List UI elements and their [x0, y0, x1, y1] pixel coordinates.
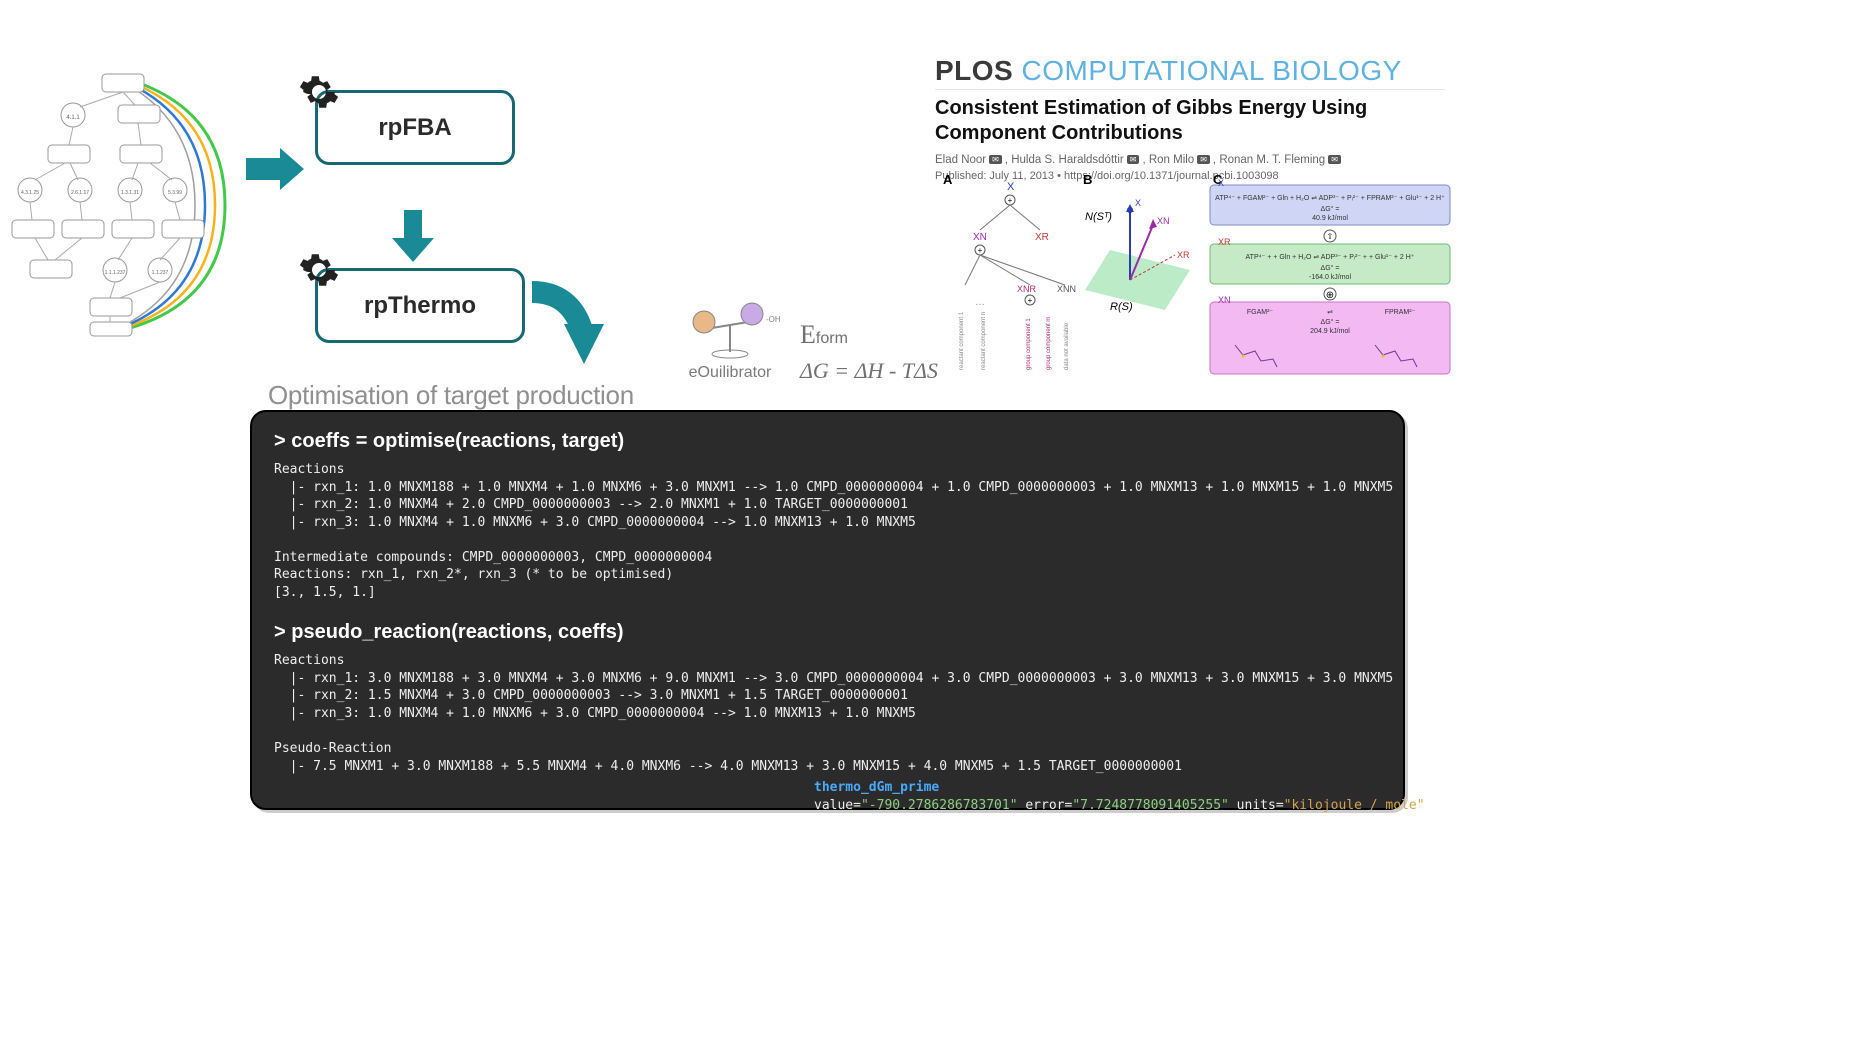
svg-text:N(Sᵀ): N(Sᵀ)	[1085, 211, 1112, 223]
rpthermo-node: rpThermo	[315, 268, 525, 343]
terminal: > coeffs = optimise(reactions, target) R…	[250, 410, 1405, 810]
svg-text:ΔG° =: ΔG° =	[1321, 318, 1340, 326]
svg-text:-164.0 kJ/mol: -164.0 kJ/mol	[1309, 274, 1351, 281]
svg-text:40.9 kJ/mol: 40.9 kJ/mol	[1312, 215, 1348, 222]
svg-text:FGAM²⁻: FGAM²⁻	[1247, 309, 1274, 316]
paper-title: Consistent Estimation of Gibbs Energy Us…	[935, 96, 1455, 146]
gear-icon	[298, 71, 340, 113]
svg-text:XN: XN	[1157, 216, 1170, 226]
svg-text:reactant component 1: reactant component 1	[959, 311, 965, 370]
svg-text:-OH: -OH	[766, 315, 780, 324]
svg-text:data not available: data not available	[1064, 322, 1070, 370]
svg-text:ΔG° =: ΔG° =	[1321, 264, 1340, 272]
terminal-output-1: Reactions |- rxn_1: 1.0 MNXM188 + 1.0 MN…	[274, 461, 1381, 601]
rpfba-label: rpFBA	[378, 114, 451, 142]
svg-text:XN: XN	[1218, 295, 1231, 305]
thermo-formulae: Eform ΔG = ΔH - TΔS	[800, 320, 938, 384]
rpfba-node: rpFBA	[315, 90, 515, 165]
terminal-prompt-2: > pseudo_reaction(reactions, coeffs)	[274, 619, 1381, 646]
plos-figure: A B C X + XN XR + XNR XNN reactant compo…	[935, 170, 1455, 380]
gibbs-equation: ΔG = ΔH - TΔS	[800, 358, 938, 384]
svg-text:XR: XR	[1035, 232, 1049, 243]
thermo-result: thermo_dGm_prime value="-790.27862867837…	[814, 779, 1381, 814]
svg-text:ATP⁴⁻ + FGAM²⁻ + Gln + H₂O ⇌ A: ATP⁴⁻ + FGAM²⁻ + Gln + H₂O ⇌ ADP³⁻ + Pᵢ²…	[1215, 195, 1445, 202]
svg-text:X: X	[1007, 181, 1015, 193]
journal-plos: PLOS	[935, 55, 1022, 86]
svg-text:ATP⁴⁻ + + Gln + H₂O ⇌ A: ATP⁴⁻ + + Gln + H₂O ⇌ ADP³⁻ + Pᵢ²⁻ + + G…	[1246, 254, 1415, 261]
svg-text:⇧: ⇧	[1327, 232, 1334, 241]
svg-text:B: B	[1083, 172, 1092, 187]
svg-text:1.1.237: 1.1.237	[152, 270, 169, 276]
svg-text:A: A	[943, 172, 953, 187]
terminal-output-2: Reactions |- rxn_1: 3.0 MNXM188 + 3.0 MN…	[274, 652, 1381, 775]
svg-text:XNN: XNN	[1057, 284, 1076, 294]
equilibrator-logo: -OH eOuilibrator	[670, 300, 790, 382]
svg-text:4.3.1.25: 4.3.1.25	[21, 190, 39, 196]
pathway-network-graph: 4.1.1 4.3.1.25 2.6.1.17 1.3.1.31 5.3.99 …	[10, 70, 235, 340]
eform-label: form	[816, 330, 848, 347]
svg-text:XNR: XNR	[1017, 284, 1037, 294]
pipeline: rpFBA	[245, 90, 615, 165]
svg-text:+: +	[978, 246, 983, 255]
journal-sub: COMPUTATIONAL BIOLOGY	[1022, 55, 1402, 86]
svg-text:XN: XN	[973, 232, 987, 243]
svg-text:reactant component n: reactant component n	[981, 312, 987, 370]
pipeline-caption: Optimisation of target production	[268, 380, 634, 411]
svg-text:+: +	[1008, 196, 1013, 205]
rpthermo-label: rpThermo	[364, 292, 476, 320]
svg-text:4.1.1: 4.1.1	[66, 115, 80, 121]
plos-citation: PLOS COMPUTATIONAL BIOLOGY Consistent Es…	[935, 55, 1455, 182]
svg-text:group component 1: group component 1	[1026, 318, 1032, 370]
paper-authors: Elad Noor✉, Hulda S. Haraldsdóttir✉, Ron…	[935, 154, 1455, 166]
svg-text:…: …	[975, 297, 985, 308]
svg-text:1.3.1.31: 1.3.1.31	[121, 190, 139, 196]
svg-text:X: X	[1218, 178, 1224, 188]
equilibrator-label: eOuilibrator	[670, 364, 790, 382]
terminal-prompt-1: > coeffs = optimise(reactions, target)	[274, 428, 1381, 455]
svg-text:ΔG° =: ΔG° =	[1321, 205, 1340, 213]
network-svg: 4.1.1 4.3.1.25 2.6.1.17 1.3.1.31 5.3.99 …	[10, 70, 235, 340]
svg-text:1.1.1.237: 1.1.1.237	[105, 270, 126, 276]
arrow-output	[530, 280, 610, 375]
svg-text:⇌: ⇌	[1327, 309, 1333, 316]
svg-text:204.9 kJ/mol: 204.9 kJ/mol	[1310, 328, 1350, 335]
svg-text:2.6.1.17: 2.6.1.17	[71, 190, 89, 196]
gear-icon	[298, 249, 340, 291]
svg-text:+: +	[1028, 296, 1033, 305]
svg-text:XR: XR	[1177, 250, 1190, 260]
svg-text:5.3.99: 5.3.99	[168, 190, 182, 196]
svg-text:group component m: group component m	[1046, 317, 1052, 370]
svg-text:FPRAM²⁻: FPRAM²⁻	[1385, 309, 1416, 316]
journal-name: PLOS COMPUTATIONAL BIOLOGY	[935, 55, 1445, 90]
svg-text:R(S): R(S)	[1110, 301, 1133, 313]
arrow-between-boxes	[390, 210, 436, 269]
svg-text:X: X	[1135, 198, 1141, 208]
svg-text:XR: XR	[1218, 237, 1231, 247]
svg-text:⊕: ⊕	[1326, 290, 1334, 301]
